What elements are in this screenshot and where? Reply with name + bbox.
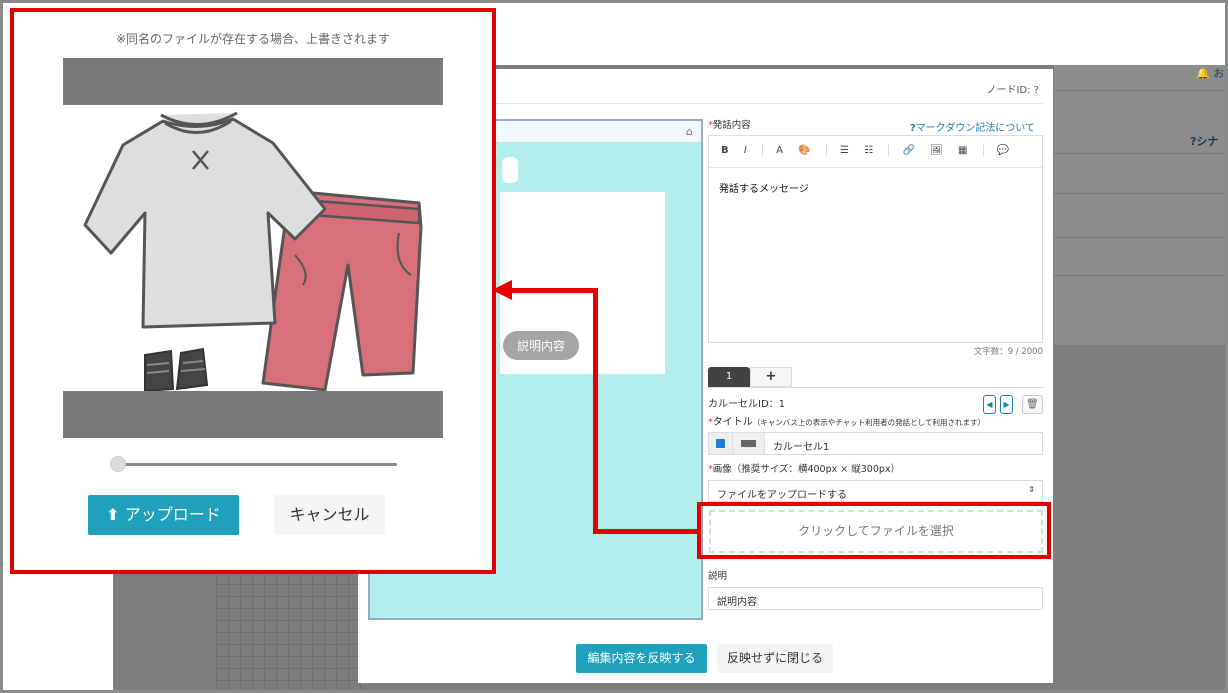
preview-speech-bubble bbox=[502, 157, 518, 183]
cancel-button[interactable]: キャンセル bbox=[274, 495, 385, 535]
description-input[interactable]: 説明内容 bbox=[708, 587, 1043, 610]
upload-icon: ⬆ bbox=[106, 505, 120, 524]
scenario-help-icon[interactable]: ?シナ bbox=[1190, 133, 1218, 149]
notification-icon[interactable]: 🔔 お bbox=[1196, 65, 1224, 81]
image-crop-area[interactable] bbox=[63, 58, 443, 438]
title-label: *タイトル（キャンバス上の表示やチャット利用者の発話として利用されます） bbox=[708, 417, 985, 428]
image-upload-popup: ※同名のファイルが存在する場合、上書きされます ⬆ アップロード キャンセル bbox=[10, 8, 496, 574]
zoom-slider-handle[interactable] bbox=[110, 456, 126, 472]
home-icon[interactable]: ⌂ bbox=[686, 125, 693, 138]
close-without-saving-button[interactable]: 反映せずに閉じる bbox=[717, 644, 833, 673]
image-label: *画像（推奨サイズ：横400px × 縦300px） bbox=[708, 464, 901, 475]
annotation-arrow-bottom bbox=[594, 529, 698, 534]
title-input-row: カルーセル1 bbox=[708, 432, 1043, 455]
toolbar-separator bbox=[825, 144, 827, 156]
preview-description-pill: 説明内容 bbox=[503, 331, 580, 360]
toolbar-separator bbox=[982, 144, 984, 156]
toolbar-separator bbox=[761, 144, 763, 156]
numbered-list-icon[interactable]: ☷ bbox=[864, 145, 873, 156]
description-label: 説明 bbox=[708, 571, 728, 582]
tabs-divider bbox=[708, 387, 1043, 388]
speech-editor[interactable]: B I A 🎨 ☰ ☷ 🔗 🖼 ▦ 💬 発話するメッセージ bbox=[708, 135, 1043, 343]
add-carousel-tab[interactable]: + bbox=[750, 367, 792, 387]
crop-mask-bottom bbox=[63, 391, 443, 438]
link-icon[interactable]: 🔗 bbox=[903, 145, 915, 156]
caret-left-icon: ◀ bbox=[986, 400, 993, 409]
color-swatch[interactable] bbox=[733, 433, 765, 454]
bold-icon[interactable]: B bbox=[721, 145, 729, 156]
move-left-button[interactable]: ◀ bbox=[983, 395, 996, 414]
checkbox-checked-icon bbox=[716, 439, 725, 448]
background-side-panel: 🔔 お ?シナ bbox=[1054, 65, 1225, 345]
annotation-arrow-top bbox=[508, 288, 598, 293]
annotation-arrow-vertical bbox=[593, 288, 598, 534]
tab-carousel-1[interactable]: 1 bbox=[708, 367, 750, 387]
image-icon[interactable]: 🖼 bbox=[930, 145, 943, 156]
italic-icon[interactable]: I bbox=[744, 145, 747, 156]
move-right-button[interactable]: ▶ bbox=[1000, 395, 1013, 414]
zoom-slider-track[interactable] bbox=[117, 463, 397, 466]
editor-content[interactable]: 発話するメッセージ bbox=[719, 180, 809, 195]
font-color-icon[interactable]: A bbox=[776, 145, 783, 156]
carousel-id-label: カルーセルID：1 bbox=[708, 399, 786, 410]
title-checkbox[interactable] bbox=[709, 433, 733, 454]
char-count: 文字数：9 / 2000 bbox=[973, 347, 1043, 357]
select-caret-icon: ⇕ bbox=[1028, 485, 1035, 494]
apply-button[interactable]: 編集内容を反映する bbox=[576, 644, 707, 673]
overwrite-notice: ※同名のファイルが存在する場合、上書きされます bbox=[115, 32, 391, 46]
editor-toolbar: B I A 🎨 ☰ ☷ 🔗 🖼 ▦ 💬 bbox=[709, 136, 1042, 168]
canvas-grid bbox=[216, 560, 366, 690]
upload-button[interactable]: ⬆ アップロード bbox=[88, 495, 239, 535]
node-id-label: ノードID: ? bbox=[986, 85, 1039, 96]
toolbar-separator bbox=[888, 144, 890, 156]
image-source-select[interactable]: ファイルをアップロードする ⇕ bbox=[708, 480, 1043, 502]
speech-label: *発話内容 bbox=[708, 120, 751, 131]
bullet-list-icon[interactable]: ☰ bbox=[840, 145, 849, 156]
delete-carousel-button[interactable]: 🗑 bbox=[1022, 395, 1043, 414]
dropzone-highlight bbox=[697, 502, 1051, 559]
table-icon[interactable]: ▦ bbox=[958, 145, 967, 156]
trash-icon: 🗑 bbox=[1026, 399, 1039, 410]
palette-icon[interactable]: 🎨 bbox=[798, 145, 810, 156]
caret-right-icon: ▶ bbox=[1003, 400, 1010, 409]
clothes-illustration bbox=[83, 111, 423, 391]
markdown-help-link[interactable]: ?マークダウン記法について bbox=[910, 119, 1035, 134]
comment-icon[interactable]: 💬 bbox=[997, 145, 1009, 156]
crop-mask-top bbox=[63, 58, 443, 105]
title-input[interactable]: カルーセル1 bbox=[773, 438, 829, 453]
